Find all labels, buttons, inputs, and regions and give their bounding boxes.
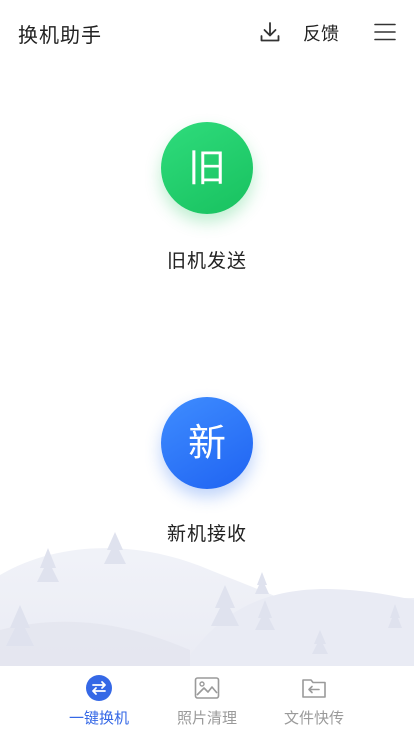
download-icon[interactable] xyxy=(258,20,282,44)
nav-item-file-transfer[interactable]: 文件快传 xyxy=(269,674,359,730)
nav-item-one-click-switch[interactable]: 一键换机 xyxy=(54,674,144,730)
nav-item-photo-cleanup[interactable]: 照片清理 xyxy=(162,674,252,730)
nav-label: 文件快传 xyxy=(283,709,344,727)
new-phone-glyph: 新 xyxy=(187,421,226,465)
menu-icon[interactable] xyxy=(373,20,397,44)
bottom-navigation: 一键换机 照片清理 文件快传 xyxy=(0,666,414,736)
nav-label: 一键换机 xyxy=(68,709,129,727)
nav-label: 照片清理 xyxy=(176,709,237,727)
folder-transfer-icon xyxy=(302,679,326,698)
new-phone-receive-button[interactable]: 新 xyxy=(161,397,253,489)
old-phone-glyph: 旧 xyxy=(187,146,226,190)
old-phone-send-button[interactable]: 旧 xyxy=(161,122,253,214)
hills-illustration xyxy=(0,532,414,670)
app-header: 换机助手 反馈 xyxy=(0,0,414,64)
app-title: 换机助手 xyxy=(18,23,102,47)
feedback-button[interactable]: 反馈 xyxy=(303,20,339,46)
swap-icon xyxy=(86,675,112,701)
image-icon xyxy=(194,677,220,699)
old-phone-send-label[interactable]: 旧机发送 xyxy=(0,246,414,273)
